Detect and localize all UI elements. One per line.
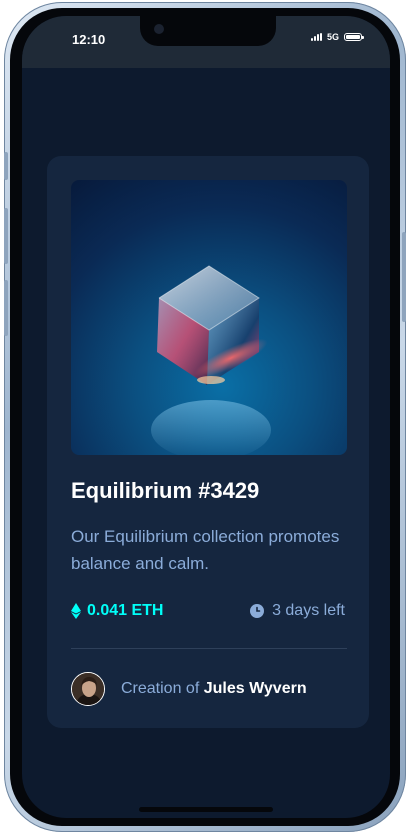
nft-description: Our Equilibrium collection promotes bala…	[71, 527, 340, 573]
notch	[140, 16, 276, 46]
crystal-cube-image	[151, 265, 271, 455]
front-camera-icon	[154, 24, 164, 34]
status-indicators: 5G	[310, 32, 364, 42]
time-left-row: 3 days left	[250, 602, 345, 620]
network-label: 5G	[326, 32, 339, 42]
time-left-value: 3 days left	[272, 602, 345, 619]
divider	[71, 648, 347, 649]
screen: 12:10 5G Equilibrium #3429 Our Equilibri…	[22, 16, 390, 818]
clock-icon	[250, 604, 265, 618]
nft-image[interactable]	[71, 180, 347, 455]
status-bar: 12:10 5G	[22, 16, 390, 68]
nft-title[interactable]: Equilibrium #3429	[71, 478, 259, 504]
volume-down-button	[4, 280, 8, 336]
signal-icon	[310, 33, 322, 41]
price-row: 0.041 ETH	[71, 602, 163, 620]
creator-prefix: Creation of	[121, 680, 200, 697]
ethereum-icon	[71, 603, 81, 619]
silent-switch	[4, 152, 8, 180]
avatar	[71, 672, 105, 706]
creator-portrait	[72, 673, 104, 705]
creator-row: Creation of Jules Wyvern	[71, 672, 307, 706]
power-button	[402, 232, 406, 322]
home-indicator	[139, 807, 273, 812]
battery-icon	[344, 33, 364, 41]
status-time: 12:10	[72, 32, 106, 47]
nft-card: Equilibrium #3429 Our Equilibrium collec…	[47, 156, 369, 728]
volume-up-button	[4, 208, 8, 264]
creator-name-link[interactable]: Jules Wyvern	[204, 680, 307, 697]
creator-label: Creation of Jules Wyvern	[121, 680, 307, 698]
price-value: 0.041 ETH	[87, 602, 164, 619]
